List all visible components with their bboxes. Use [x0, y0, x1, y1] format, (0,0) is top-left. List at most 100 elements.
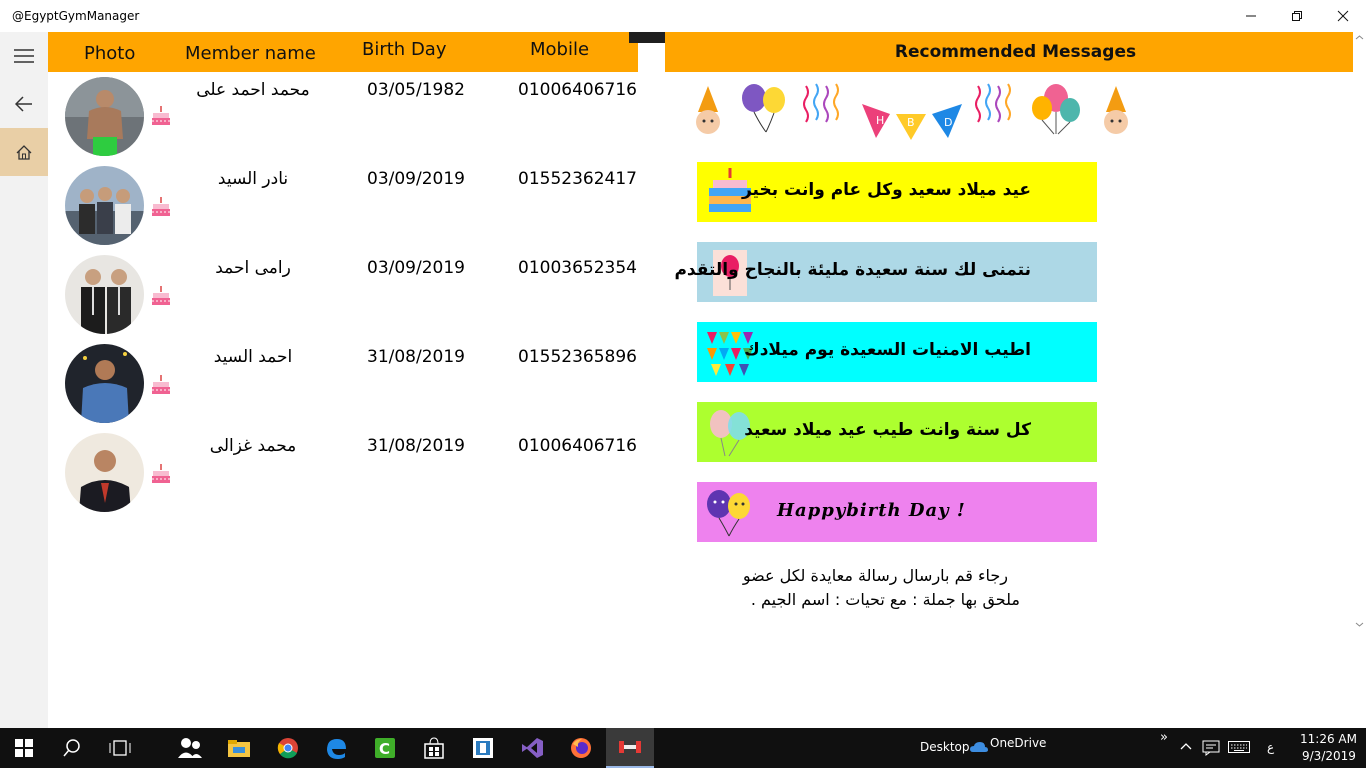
- message-text: نتمنى لك سنة سعيدة مليئة بالنجاح والتقدم: [674, 260, 1031, 280]
- home-nav-button[interactable]: [0, 128, 48, 176]
- svg-text:C: C: [379, 740, 390, 758]
- home-icon: [16, 144, 32, 160]
- title-bar: @EgyptGymManager: [0, 0, 1366, 32]
- onedrive-label[interactable]: OneDrive: [990, 736, 1046, 750]
- message-text: كل سنة وانت طيب عيد ميلاد سعيد: [744, 420, 1031, 440]
- photo-column-header: Photo: [84, 43, 136, 64]
- clock-date[interactable]: 9/3/2019: [1302, 749, 1356, 763]
- member-name: رامى احمد: [215, 258, 291, 278]
- streamers-icon: [803, 83, 839, 123]
- edge-icon: [327, 739, 346, 759]
- task-view-button[interactable]: [96, 728, 144, 768]
- instruction-note-line2: ملحق بها جملة : مع تحيات : اسم الجيم .: [750, 590, 1020, 609]
- banner-letter: B: [907, 116, 915, 129]
- smiley-balloons-icon: [703, 486, 755, 538]
- avatar: [65, 77, 144, 156]
- visual-studio-app[interactable]: [508, 728, 556, 768]
- windows-logo-icon: [15, 739, 33, 757]
- close-button[interactable]: [1320, 0, 1366, 32]
- party-hat-icon: [696, 86, 720, 134]
- search-button[interactable]: [48, 728, 96, 768]
- party-hat-icon: [1104, 86, 1128, 134]
- desktop-toolbar-label[interactable]: Desktop: [920, 740, 970, 754]
- message-text: عيد ميلاد سعيد وكل عام وانت بخير: [741, 180, 1031, 200]
- toolbar-overflow-chevron[interactable]: »: [1160, 730, 1168, 745]
- member-birthday: 31/08/2019: [367, 436, 465, 456]
- messages-header: Recommended Messages: [665, 32, 1353, 72]
- task-view-icon: [109, 740, 131, 756]
- avatar: [65, 344, 144, 423]
- visual-studio-icon: [522, 738, 543, 758]
- folder-icon: [228, 740, 250, 757]
- message-text: Happybirth Day !: [777, 500, 966, 521]
- hamburger-menu-button[interactable]: [0, 32, 48, 80]
- clock-time[interactable]: 11:26 AM: [1300, 732, 1357, 746]
- birthday-cake-icon: [151, 195, 171, 217]
- show-hidden-icons-icon[interactable]: [1180, 742, 1192, 750]
- balloons-icon: [742, 84, 785, 133]
- keyboard-icon[interactable]: [1228, 741, 1250, 753]
- member-mobile: 01003652354: [518, 258, 637, 278]
- banner-letter: D: [944, 116, 952, 129]
- messages-scrollbar[interactable]: [1353, 32, 1366, 632]
- balloons-icon: [1032, 84, 1080, 135]
- birthday-column-header: Birth Day: [362, 39, 447, 60]
- message-text: اطيب الامنيات السعيدة يوم ميلادك: [744, 340, 1031, 360]
- input-language-indicator[interactable]: ع: [1267, 740, 1274, 754]
- app-window-icon-button[interactable]: [459, 728, 507, 768]
- member-birthday: 31/08/2019: [367, 347, 465, 367]
- member-row[interactable]: محمد غزالى 31/08/2019 01006406716: [48, 428, 638, 517]
- avatar: [65, 255, 144, 334]
- birthday-cake-icon: [151, 104, 171, 126]
- member-name: محمد غزالى: [209, 436, 297, 456]
- dumbbell-icon: [619, 741, 641, 753]
- notification-message-icon[interactable]: [1202, 740, 1220, 756]
- minimize-icon: [1246, 15, 1256, 17]
- search-icon: [63, 739, 80, 757]
- birthday-cake-icon: [151, 284, 171, 306]
- nav-sidebar: [0, 32, 48, 728]
- message-option[interactable]: اطيب الامنيات السعيدة يوم ميلادك: [697, 322, 1097, 382]
- member-name-column-header: Member name: [185, 43, 316, 64]
- message-option[interactable]: نتمنى لك سنة سعيدة مليئة بالنجاح والتقدم: [674, 242, 1097, 302]
- store-app[interactable]: [410, 728, 458, 768]
- gym-manager-app[interactable]: [606, 728, 654, 768]
- instruction-note-line1: رجاء قم بارسال رسالة معايدة لكل عضو: [742, 566, 1008, 585]
- taskbar: C Desktop OneDrive » ع 11:26 AM 9/3/2019: [0, 728, 1366, 768]
- member-mobile: 01006406716: [518, 80, 637, 100]
- onedrive-cloud-icon: [970, 742, 988, 752]
- streamers-icon: [975, 83, 1011, 123]
- restore-icon: [1292, 11, 1302, 21]
- camtasia-icon: C: [375, 738, 395, 758]
- people-app[interactable]: [166, 728, 214, 768]
- start-button[interactable]: [0, 728, 48, 768]
- file-explorer-app[interactable]: [215, 728, 263, 768]
- message-option[interactable]: Happybirth Day !: [697, 482, 1097, 542]
- edge-app[interactable]: [312, 728, 360, 768]
- member-birthday: 03/05/1982: [367, 80, 465, 100]
- birthday-cake-icon: [151, 373, 171, 395]
- back-arrow-icon: [15, 96, 32, 112]
- birthday-cake-icon: [151, 462, 171, 484]
- member-name: احمد السيد: [213, 347, 293, 367]
- member-birthday: 03/09/2019: [367, 169, 465, 189]
- mobile-column-header: Mobile: [530, 39, 590, 60]
- messages-header-title: Recommended Messages: [894, 42, 1137, 62]
- people-icon: [178, 738, 202, 758]
- avatar: [65, 166, 144, 245]
- back-button[interactable]: [0, 80, 48, 128]
- firefox-icon: [571, 738, 591, 758]
- message-option[interactable]: عيد ميلاد سعيد وكل عام وانت بخير: [697, 162, 1097, 222]
- firefox-app[interactable]: [557, 728, 605, 768]
- member-row[interactable]: محمد احمد على 03/05/1982 01006406716: [48, 72, 638, 161]
- member-row[interactable]: نادر السيد 03/09/2019 01552362417: [48, 161, 638, 250]
- message-option[interactable]: كل سنة وانت طيب عيد ميلاد سعيد: [697, 402, 1097, 462]
- chrome-app[interactable]: [264, 728, 312, 768]
- minimize-button[interactable]: [1228, 0, 1274, 32]
- camtasia-app[interactable]: C: [361, 728, 409, 768]
- member-row[interactable]: احمد السيد 31/08/2019 01552365896: [48, 339, 638, 428]
- member-row[interactable]: رامى احمد 03/09/2019 01003652354: [48, 250, 638, 339]
- member-mobile: 01552365896: [518, 347, 637, 367]
- close-icon: [1337, 10, 1349, 22]
- restore-button[interactable]: [1274, 0, 1320, 32]
